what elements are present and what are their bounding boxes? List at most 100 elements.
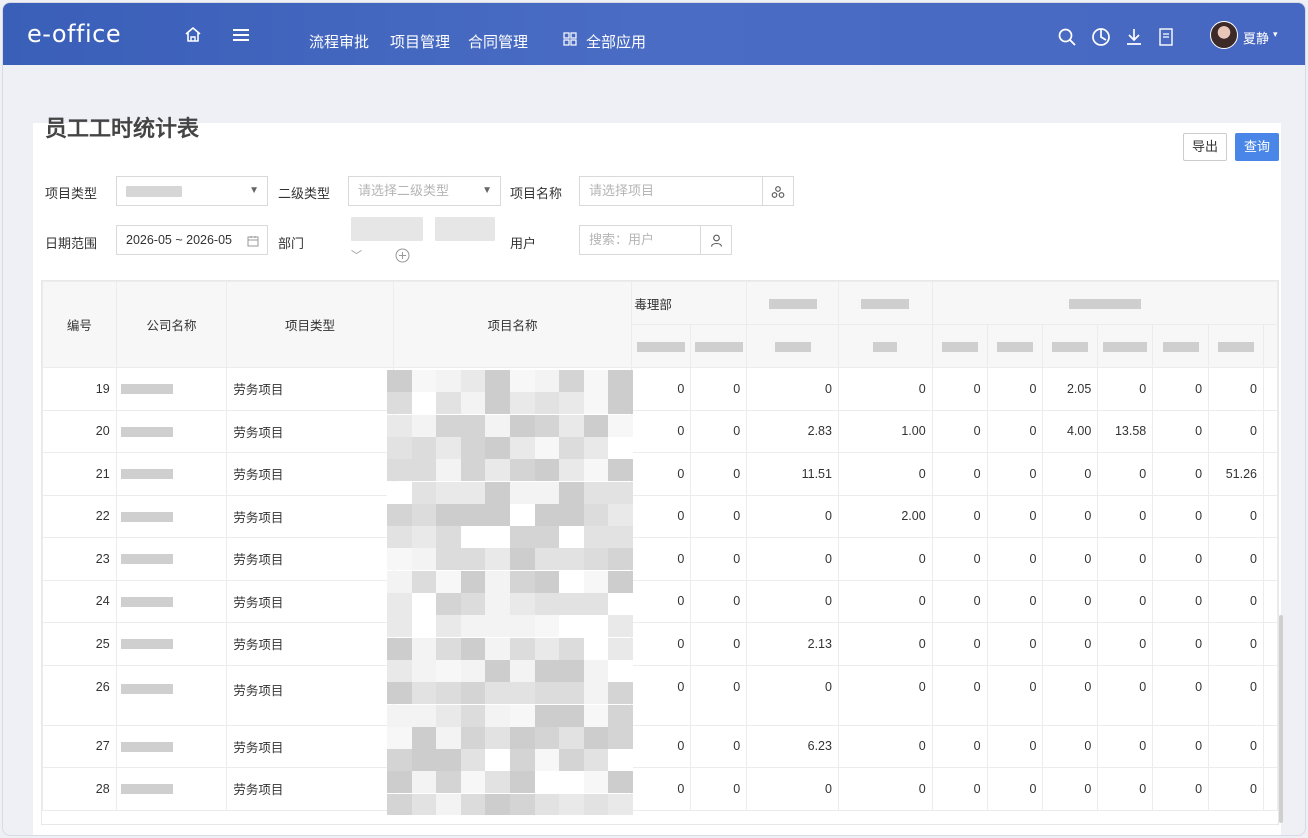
hours-cell: 0	[1152, 622, 1210, 666]
column-subheader-redacted	[746, 324, 839, 368]
project-name-placeholder: 请选择项目	[589, 183, 655, 198]
column-header-company[interactable]: 公司名称	[115, 281, 228, 368]
hours-cell: 0	[986, 537, 1044, 581]
menu-icon[interactable]	[231, 25, 251, 45]
table-row[interactable]: 21 劳务项目 0 0 11.51 0 0 0 0 0 0 51.26	[42, 452, 1278, 496]
hours-cell: 0	[1097, 767, 1154, 811]
table-row[interactable]: 20 劳务项目 0 0 2.83 1.00 0 0 4.00 13.58 0 0	[42, 409, 1278, 453]
app-window: e-office 流程审批 项目管理 合同管理 全部应用 夏静 ▾ 员工工时统计…	[2, 2, 1306, 836]
project-type-cell: 劳务项目	[226, 494, 394, 538]
column-header-project-type[interactable]: 项目类型	[226, 281, 394, 368]
hours-cell: 0	[631, 452, 692, 496]
clock-icon[interactable]	[1091, 27, 1111, 47]
date-range-input[interactable]: 2026-05 ~ 2026-05	[116, 225, 268, 255]
page-title: 员工工时统计表	[45, 116, 200, 141]
chevron-down-icon: ▼	[249, 185, 259, 196]
avatar[interactable]	[1210, 21, 1238, 49]
overflow-cell	[1262, 622, 1278, 666]
column-subheader-redacted	[837, 324, 933, 368]
hours-cell: 0	[931, 452, 988, 496]
document-icon[interactable]	[1156, 27, 1176, 47]
hours-cell: 0	[837, 664, 933, 726]
company-name-redacted	[115, 452, 228, 496]
project-name-label: 项目名称	[510, 186, 563, 201]
nav-project-management[interactable]: 项目管理	[390, 31, 450, 52]
table-row[interactable]: 22 劳务项目 0 0 0 2.00 0 0 0 0 0 0	[42, 494, 1278, 538]
column-header-project-name[interactable]: 项目名称	[392, 281, 633, 368]
redacted-department-tag	[435, 217, 495, 241]
company-name-redacted	[115, 767, 228, 811]
hours-cell: 0	[1208, 409, 1264, 453]
overflow-cell	[1262, 767, 1278, 811]
hours-cell: 0	[1208, 494, 1264, 538]
user-label: 用户	[510, 236, 537, 251]
work-hours-table: 编号 公司名称 项目类型 项目名称 毒理部 19 劳务项目 0 0 0 0 0 …	[41, 280, 1279, 825]
secondary-type-placeholder: 请选择二级类型	[358, 183, 450, 198]
project-type-cell: 劳务项目	[226, 622, 394, 666]
company-name-redacted	[115, 724, 228, 768]
hours-cell: 0	[1097, 494, 1154, 538]
user-search-input[interactable]: 搜索：用户	[579, 225, 732, 255]
hours-cell: 0	[631, 494, 692, 538]
nav-all-apps[interactable]: 全部应用	[586, 31, 646, 52]
table-row[interactable]: 23 劳务项目 0 0 0 0 0 0 0 0 0 0	[42, 537, 1278, 581]
project-name-input[interactable]: 请选择项目	[579, 176, 794, 206]
nav-workflow[interactable]: 流程审批	[309, 31, 369, 52]
row-index: 23	[42, 537, 117, 581]
network-icon[interactable]	[762, 176, 794, 206]
column-header-index[interactable]: 编号	[42, 281, 117, 368]
table-row[interactable]: 19 劳务项目 0 0 0 0 0 0 2.05 0 0 0	[42, 367, 1278, 411]
hours-cell: 0	[690, 537, 748, 581]
home-icon[interactable]	[183, 25, 203, 45]
table-row[interactable]: 25 劳务项目 0 0 2.13 0 0 0 0 0 0 0	[42, 622, 1278, 666]
table-row[interactable]: 24 劳务项目 0 0 0 0 0 0 0 0 0 0	[42, 579, 1278, 623]
hours-cell: 0	[931, 494, 988, 538]
company-name-redacted	[115, 537, 228, 581]
secondary-type-select[interactable]: 请选择二级类型 ▼	[348, 176, 501, 206]
download-icon[interactable]	[1124, 27, 1144, 47]
hours-cell: 0	[931, 622, 988, 666]
project-type-select[interactable]: ▼	[116, 176, 268, 206]
hours-cell: 0	[1208, 537, 1264, 581]
hours-cell: 0	[690, 409, 748, 453]
hours-cell: 0	[1152, 537, 1210, 581]
overflow-cell	[1262, 537, 1278, 581]
app-logo[interactable]: e-office	[27, 20, 121, 48]
hours-cell: 2.83	[746, 409, 839, 453]
grid-icon[interactable]	[563, 32, 577, 46]
search-icon[interactable]	[1057, 27, 1077, 47]
query-button[interactable]: 查询	[1235, 133, 1279, 161]
column-subheader-redacted	[1208, 324, 1264, 368]
project-type-cell: 劳务项目	[226, 664, 394, 726]
hours-cell: 0	[746, 664, 839, 726]
hours-cell: 0	[1097, 579, 1154, 623]
row-index: 25	[42, 622, 117, 666]
table-row[interactable]: 28 劳务项目 0 0 0 0 0 0 0 0 0 0	[42, 767, 1278, 811]
export-button[interactable]: 导出	[1183, 133, 1227, 161]
nav-contract-management[interactable]: 合同管理	[468, 31, 528, 52]
hours-cell: 11.51	[746, 452, 839, 496]
chevron-down-icon[interactable]: ﹀	[351, 247, 362, 263]
vertical-scrollbar[interactable]	[1279, 615, 1283, 823]
hours-cell: 0	[1208, 622, 1264, 666]
project-type-cell: 劳务项目	[226, 367, 394, 411]
hours-cell: 6.23	[746, 724, 839, 768]
hours-cell: 4.00	[1042, 409, 1099, 453]
row-index: 27	[42, 724, 117, 768]
hours-cell: 0	[1097, 664, 1154, 726]
plus-circle-icon[interactable]	[395, 248, 410, 263]
hours-cell: 0	[931, 767, 988, 811]
hours-cell: 0	[986, 367, 1044, 411]
hours-cell: 0	[746, 767, 839, 811]
hours-cell: 2.05	[1042, 367, 1099, 411]
hours-cell: 0	[1042, 767, 1099, 811]
project-type-cell: 劳务项目	[226, 767, 394, 811]
column-subheader-redacted	[931, 324, 988, 368]
company-name-redacted	[115, 664, 228, 726]
hours-cell: 0	[1042, 724, 1099, 768]
table-row[interactable]: 26 劳务项目 0 0 0 0 0 0 0 0 0 0	[42, 664, 1278, 726]
chevron-down-icon[interactable]: ▾	[1273, 29, 1278, 40]
username[interactable]: 夏静	[1243, 28, 1269, 47]
table-row[interactable]: 27 劳务项目 0 0 6.23 0 0 0 0 0 0 0	[42, 724, 1278, 768]
user-icon[interactable]	[700, 225, 732, 255]
